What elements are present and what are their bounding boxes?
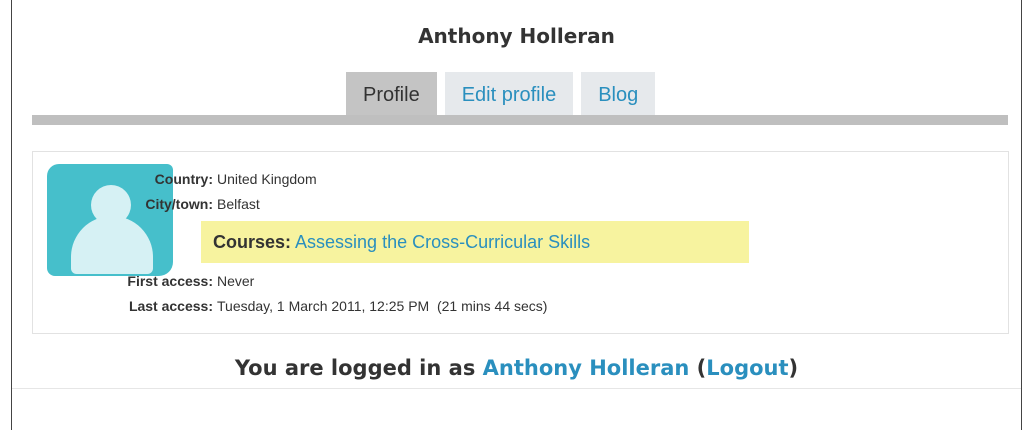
first-access-row: First access: Never — [83, 273, 254, 289]
logout-link[interactable]: Logout — [706, 356, 788, 380]
country-label: Country: — [154, 171, 213, 187]
country-row: Country: United Kingdom — [83, 171, 317, 187]
city-value: Belfast — [217, 196, 260, 212]
course-link[interactable]: Assessing the Cross-Curricular Skills — [295, 232, 590, 252]
last-access-row: Last access: Tuesday, 1 March 2011, 12:25… — [83, 298, 548, 314]
tab-underline-bar — [32, 115, 1008, 125]
logged-in-user-link[interactable]: Anthony Holleran — [483, 356, 690, 380]
logout-open-paren: ( — [696, 356, 707, 380]
first-access-label: First access: — [127, 273, 213, 289]
last-access-value: Tuesday, 1 March 2011, 12:25 PM (21 mins… — [217, 298, 548, 314]
city-label: City/town: — [145, 196, 213, 212]
tab-blog[interactable]: Blog — [581, 72, 656, 115]
courses-label: Courses: — [213, 232, 292, 252]
avatar-body-shape — [71, 216, 153, 274]
tab-edit-profile[interactable]: Edit profile — [444, 72, 574, 115]
last-access-label: Last access: — [128, 298, 213, 314]
page-title: Anthony Holleran — [418, 24, 615, 48]
courses-row: Courses: Assessing the Cross-Curricular S… — [213, 232, 590, 253]
page-frame: Anthony Holleran Profile Edit profile Bl… — [11, 0, 1022, 430]
login-prefix: You are logged in as — [234, 356, 476, 380]
city-row: City/town: Belfast — [83, 196, 260, 212]
profile-tabs: Profile Edit profile Blog — [346, 72, 663, 115]
first-access-value: Never — [217, 273, 255, 289]
logout-close-paren: ) — [788, 356, 799, 380]
tab-profile[interactable]: Profile — [346, 72, 437, 115]
login-info: You are logged in as Anthony Holleran (L… — [12, 356, 1021, 380]
footer-divider — [12, 388, 1021, 389]
country-value: United Kingdom — [217, 171, 317, 187]
profile-details-box: Country: United Kingdom City/town: Belfast… — [32, 151, 1009, 334]
